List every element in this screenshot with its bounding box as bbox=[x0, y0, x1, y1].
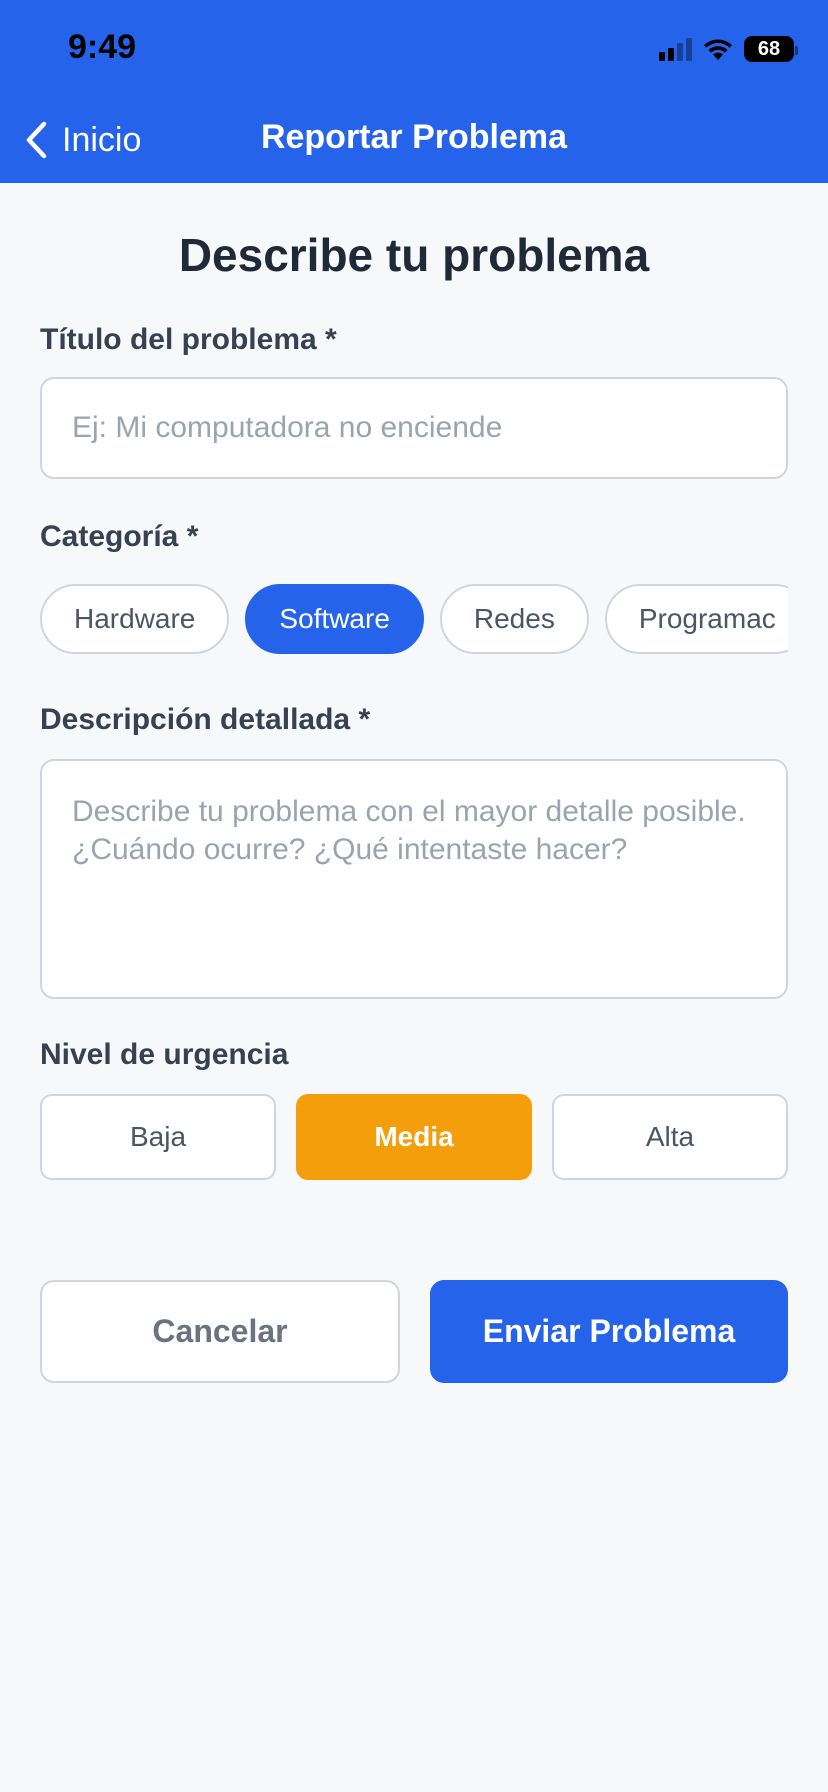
category-label: Categoría * bbox=[40, 520, 199, 553]
report-form: Describe tu problema Título del problema… bbox=[40, 183, 788, 1383]
battery-level: 68 bbox=[757, 38, 781, 60]
category-chip-redes[interactable]: Redes bbox=[439, 584, 589, 654]
app-header: 9:49 68 Inicio Reportar Problema bbox=[0, 0, 828, 183]
urgency-option-alta[interactable]: Alta bbox=[552, 1094, 788, 1180]
wifi-icon bbox=[704, 39, 732, 60]
cellular-signal-icon bbox=[659, 37, 692, 61]
urgency-option-media[interactable]: Media bbox=[296, 1094, 532, 1180]
battery-icon: 68 bbox=[744, 36, 798, 62]
description-textarea[interactable] bbox=[40, 759, 788, 999]
form-actions: Cancelar Enviar Problema bbox=[40, 1280, 788, 1383]
urgency-option-baja[interactable]: Baja bbox=[40, 1094, 276, 1180]
nav-title: Reportar Problema bbox=[260, 118, 568, 156]
category-chip-hardware[interactable]: Hardware bbox=[40, 584, 230, 654]
description-label: Descripción detallada * bbox=[40, 703, 371, 736]
urgency-selector: Baja Media Alta bbox=[40, 1094, 788, 1180]
status-icons: 68 bbox=[659, 34, 798, 64]
category-chip-software[interactable]: Software bbox=[245, 584, 424, 654]
urgency-label: Nivel de urgencia bbox=[40, 1038, 289, 1071]
title-field-label: Título del problema * bbox=[40, 323, 337, 356]
category-chip-list[interactable]: Hardware Software Redes Programac bbox=[40, 584, 788, 656]
page-title: Describe tu problema bbox=[178, 229, 650, 281]
problem-title-input[interactable] bbox=[40, 377, 788, 479]
cancel-button[interactable]: Cancelar bbox=[40, 1280, 400, 1383]
category-chip-programacion[interactable]: Programac bbox=[604, 584, 788, 654]
submit-problem-button[interactable]: Enviar Problema bbox=[430, 1280, 788, 1383]
status-time: 9:49 bbox=[68, 28, 137, 66]
